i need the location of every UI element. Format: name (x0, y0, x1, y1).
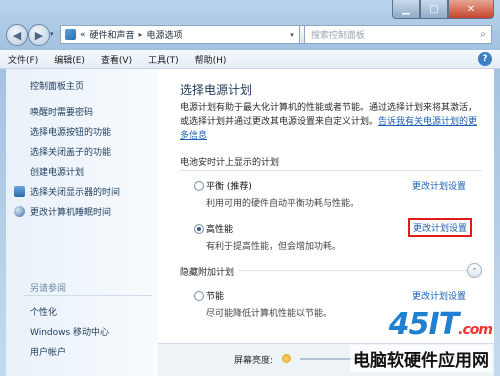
menu-view[interactable]: 查看(V) (93, 53, 140, 66)
sidebar-item-sleep-time[interactable]: 更改计算机睡眠时间 (30, 205, 111, 218)
search-icon[interactable]: ⌕ (475, 26, 491, 43)
search-input[interactable]: 搜索控制面板 ⌕ (304, 25, 492, 44)
section-battery-plans: 电池安时计上显示的计划 (180, 158, 280, 168)
plan-balanced-radio[interactable] (194, 181, 204, 191)
collapse-chevron-icon[interactable]: ⌃ (467, 263, 482, 278)
breadcrumb-hardware-and-sound[interactable]: 硬件和声音 (90, 28, 135, 41)
sidebar-item-lid-close[interactable]: 选择关闭盖子的功能 (30, 145, 111, 158)
close-button[interactable]: ✕ (448, 0, 494, 19)
help-icon[interactable]: ? (478, 52, 492, 66)
plan-high-performance-name[interactable]: 高性能 (206, 222, 233, 235)
control-panel-icon (65, 29, 76, 40)
sidebar: 控制面板主页 唤醒时需要密码 选择电源按钮的功能 选择关闭盖子的功能 创建电源计… (6, 69, 158, 376)
breadcrumb-lead[interactable]: « (80, 30, 86, 40)
plan-high-performance-radio[interactable] (194, 224, 204, 234)
see-also-mobility-center[interactable]: Windows 移动中心 (30, 325, 109, 338)
plan-power-saver-desc: 尽可能降低计算机性能以节能。 (206, 309, 333, 319)
sidebar-item-display-off[interactable]: 选择关闭显示器的时间 (30, 185, 120, 198)
back-arrow-icon: ◀ (12, 28, 22, 42)
brightness-sun-icon (282, 354, 291, 363)
watermark-logo: 45IT.com (350, 307, 493, 345)
window-frame: ▁ □ ✕ ◀ ▶ ▾ « 硬件和声音 ▸ 电源选项 ▾ ↻ 搜索控制面板 ⌕ … (0, 0, 500, 376)
menu-bar: 文件(F) 编辑(E) 查看(V) 工具(T) 帮助(H) ? (0, 50, 500, 69)
sleep-icon (14, 206, 25, 217)
minimize-button[interactable]: ▁ (392, 0, 420, 19)
see-also-divider (24, 295, 152, 296)
breadcrumb-power-options[interactable]: 电源选项 (147, 28, 183, 41)
page-title: 选择电源计划 (180, 83, 253, 97)
plan-power-saver-name[interactable]: 节能 (206, 289, 224, 302)
plan-power-saver-settings-link[interactable]: 更改计划设置 (412, 289, 466, 302)
watermark-logo-suffix: .com (458, 322, 493, 338)
watermark-subtitle: 电脑软硬件应用网 (350, 345, 492, 372)
menu-help[interactable]: 帮助(H) (187, 53, 235, 66)
see-also-user-accounts[interactable]: 用户帐户 (30, 345, 66, 358)
back-button[interactable]: ◀ (6, 24, 28, 46)
plan-high-performance-desc: 有利于提高性能，但会增加功耗。 (206, 242, 342, 252)
search-placeholder: 搜索控制面板 (311, 31, 366, 41)
title-bar-controls: ▁ □ ✕ (392, 0, 494, 19)
address-bar[interactable]: « 硬件和声音 ▸ 电源选项 ▾ (60, 25, 300, 44)
menu-tools[interactable]: 工具(T) (140, 53, 187, 66)
brightness-label: 屏幕亮度: (234, 356, 274, 366)
plan-power-saver-radio[interactable] (194, 291, 204, 301)
sidebar-item-power-button[interactable]: 选择电源按钮的功能 (30, 125, 111, 138)
sidebar-item-wake-password[interactable]: 唤醒时需要密码 (30, 105, 93, 118)
breadcrumb-separator-icon[interactable]: ▸ (139, 30, 143, 39)
section-divider (180, 170, 482, 171)
watermark-logo-text: 45IT (388, 307, 459, 342)
plan-balanced-name[interactable]: 平衡 (推荐) (206, 179, 252, 192)
section-hidden-plans[interactable]: 隐藏附加计划 (180, 265, 239, 278)
monitor-icon (14, 186, 25, 197)
see-also-personalization[interactable]: 个性化 (30, 305, 57, 318)
menu-edit[interactable]: 编辑(E) (46, 53, 93, 66)
sidebar-item-create-plan[interactable]: 创建电源计划 (30, 165, 84, 178)
menu-file[interactable]: 文件(F) (0, 53, 46, 66)
maximize-button[interactable]: □ (420, 0, 448, 19)
page-description: 电源计划有助于最大化计算机的性能或者节能。通过选择计划来将其激活，或选择计划并通… (180, 101, 480, 143)
site-watermark: 45IT.com 电脑软硬件应用网 (350, 307, 493, 372)
plan-high-performance-settings-link[interactable]: 更改计划设置 (408, 218, 473, 237)
see-also-heading: 另请参阅 (30, 284, 67, 294)
forward-button[interactable]: ▶ (28, 24, 50, 46)
plan-balanced-desc: 利用可用的硬件自动平衡功耗与性能。 (206, 199, 360, 209)
address-dropdown-icon[interactable]: ▾ (285, 31, 299, 39)
navigation-bar: ◀ ▶ ▾ « 硬件和声音 ▸ 电源选项 ▾ ↻ 搜索控制面板 ⌕ (0, 22, 500, 48)
recent-pages-dropdown[interactable]: ▾ (50, 30, 54, 38)
forward-arrow-icon: ▶ (34, 28, 44, 42)
plan-balanced-settings-link[interactable]: 更改计划设置 (412, 179, 466, 192)
sidebar-home-link[interactable]: 控制面板主页 (30, 79, 84, 92)
